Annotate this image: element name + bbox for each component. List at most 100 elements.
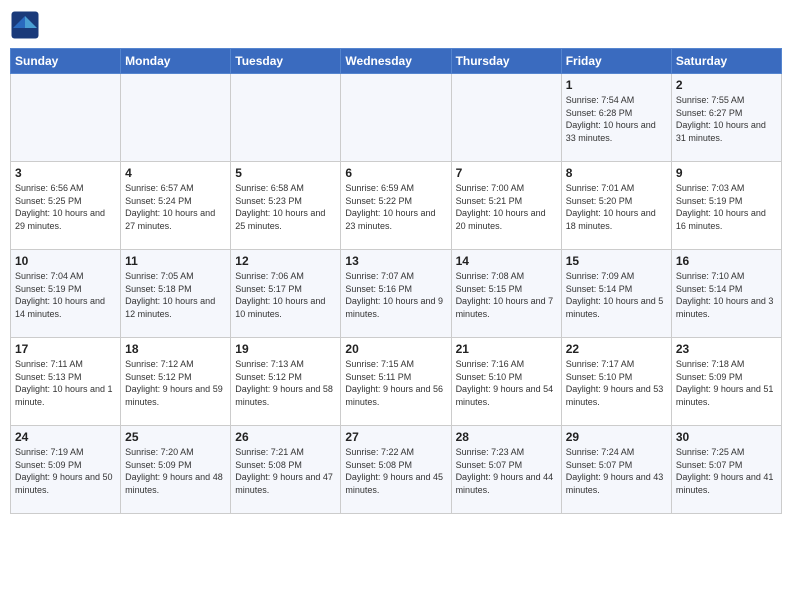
day-info: Sunrise: 6:59 AM Sunset: 5:22 PM Dayligh… xyxy=(345,182,446,232)
day-number: 25 xyxy=(125,430,226,444)
day-info: Sunrise: 7:23 AM Sunset: 5:07 PM Dayligh… xyxy=(456,446,557,496)
calendar-cell xyxy=(231,74,341,162)
calendar-week-5: 24 Sunrise: 7:19 AM Sunset: 5:09 PM Dayli… xyxy=(11,426,782,514)
day-number: 8 xyxy=(566,166,667,180)
calendar-cell: 18 Sunrise: 7:12 AM Sunset: 5:12 PM Dayli… xyxy=(121,338,231,426)
day-number: 16 xyxy=(676,254,777,268)
day-info: Sunrise: 7:06 AM Sunset: 5:17 PM Dayligh… xyxy=(235,270,336,320)
day-info: Sunrise: 7:04 AM Sunset: 5:19 PM Dayligh… xyxy=(15,270,116,320)
calendar-cell: 25 Sunrise: 7:20 AM Sunset: 5:09 PM Dayli… xyxy=(121,426,231,514)
day-info: Sunrise: 7:11 AM Sunset: 5:13 PM Dayligh… xyxy=(15,358,116,408)
day-info: Sunrise: 7:08 AM Sunset: 5:15 PM Dayligh… xyxy=(456,270,557,320)
day-info: Sunrise: 7:22 AM Sunset: 5:08 PM Dayligh… xyxy=(345,446,446,496)
day-number: 14 xyxy=(456,254,557,268)
calendar-cell: 27 Sunrise: 7:22 AM Sunset: 5:08 PM Dayli… xyxy=(341,426,451,514)
calendar-cell: 29 Sunrise: 7:24 AM Sunset: 5:07 PM Dayli… xyxy=(561,426,671,514)
day-info: Sunrise: 7:12 AM Sunset: 5:12 PM Dayligh… xyxy=(125,358,226,408)
calendar-cell: 4 Sunrise: 6:57 AM Sunset: 5:24 PM Daylig… xyxy=(121,162,231,250)
day-number: 7 xyxy=(456,166,557,180)
day-number: 27 xyxy=(345,430,446,444)
day-info: Sunrise: 7:19 AM Sunset: 5:09 PM Dayligh… xyxy=(15,446,116,496)
calendar-cell xyxy=(11,74,121,162)
calendar-cell: 17 Sunrise: 7:11 AM Sunset: 5:13 PM Dayli… xyxy=(11,338,121,426)
day-number: 30 xyxy=(676,430,777,444)
day-number: 11 xyxy=(125,254,226,268)
day-info: Sunrise: 7:15 AM Sunset: 5:11 PM Dayligh… xyxy=(345,358,446,408)
day-number: 24 xyxy=(15,430,116,444)
calendar-cell: 8 Sunrise: 7:01 AM Sunset: 5:20 PM Daylig… xyxy=(561,162,671,250)
calendar-week-4: 17 Sunrise: 7:11 AM Sunset: 5:13 PM Dayli… xyxy=(11,338,782,426)
day-number: 17 xyxy=(15,342,116,356)
day-info: Sunrise: 7:18 AM Sunset: 5:09 PM Dayligh… xyxy=(676,358,777,408)
day-info: Sunrise: 7:25 AM Sunset: 5:07 PM Dayligh… xyxy=(676,446,777,496)
day-info: Sunrise: 7:01 AM Sunset: 5:20 PM Dayligh… xyxy=(566,182,667,232)
day-info: Sunrise: 7:13 AM Sunset: 5:12 PM Dayligh… xyxy=(235,358,336,408)
day-info: Sunrise: 7:17 AM Sunset: 5:10 PM Dayligh… xyxy=(566,358,667,408)
day-number: 28 xyxy=(456,430,557,444)
day-number: 22 xyxy=(566,342,667,356)
day-number: 26 xyxy=(235,430,336,444)
calendar-cell: 15 Sunrise: 7:09 AM Sunset: 5:14 PM Dayli… xyxy=(561,250,671,338)
calendar-cell xyxy=(121,74,231,162)
calendar-cell: 10Sunrise: 7:04 AM Sunset: 5:19 PM Dayli… xyxy=(11,250,121,338)
calendar-cell xyxy=(341,74,451,162)
calendar-cell: 21 Sunrise: 7:16 AM Sunset: 5:10 PM Dayli… xyxy=(451,338,561,426)
calendar: SundayMondayTuesdayWednesdayThursdayFrid… xyxy=(10,48,782,514)
calendar-cell: 20 Sunrise: 7:15 AM Sunset: 5:11 PM Dayli… xyxy=(341,338,451,426)
calendar-cell: 23 Sunrise: 7:18 AM Sunset: 5:09 PM Dayli… xyxy=(671,338,781,426)
calendar-cell: 2 Sunrise: 7:55 AM Sunset: 6:27 PM Daylig… xyxy=(671,74,781,162)
column-header-sunday: Sunday xyxy=(11,49,121,74)
day-info: Sunrise: 7:10 AM Sunset: 5:14 PM Dayligh… xyxy=(676,270,777,320)
day-info: Sunrise: 7:16 AM Sunset: 5:10 PM Dayligh… xyxy=(456,358,557,408)
day-info: Sunrise: 6:56 AM Sunset: 5:25 PM Dayligh… xyxy=(15,182,116,232)
calendar-cell: 19 Sunrise: 7:13 AM Sunset: 5:12 PM Dayli… xyxy=(231,338,341,426)
day-info: Sunrise: 7:21 AM Sunset: 5:08 PM Dayligh… xyxy=(235,446,336,496)
logo-icon xyxy=(10,10,40,40)
day-number: 20 xyxy=(345,342,446,356)
day-info: Sunrise: 7:00 AM Sunset: 5:21 PM Dayligh… xyxy=(456,182,557,232)
day-info: Sunrise: 7:54 AM Sunset: 6:28 PM Dayligh… xyxy=(566,94,667,144)
day-number: 3 xyxy=(15,166,116,180)
day-info: Sunrise: 7:03 AM Sunset: 5:19 PM Dayligh… xyxy=(676,182,777,232)
day-info: Sunrise: 7:20 AM Sunset: 5:09 PM Dayligh… xyxy=(125,446,226,496)
calendar-week-3: 10Sunrise: 7:04 AM Sunset: 5:19 PM Dayli… xyxy=(11,250,782,338)
day-number: 12 xyxy=(235,254,336,268)
calendar-cell: 13Sunrise: 7:07 AM Sunset: 5:16 PM Dayli… xyxy=(341,250,451,338)
day-number: 13 xyxy=(345,254,446,268)
page-header xyxy=(10,10,782,40)
calendar-cell: 16 Sunrise: 7:10 AM Sunset: 5:14 PM Dayli… xyxy=(671,250,781,338)
day-number: 15 xyxy=(566,254,667,268)
day-number: 9 xyxy=(676,166,777,180)
day-info: Sunrise: 7:55 AM Sunset: 6:27 PM Dayligh… xyxy=(676,94,777,144)
calendar-cell: 5 Sunrise: 6:58 AM Sunset: 5:23 PM Daylig… xyxy=(231,162,341,250)
logo xyxy=(10,10,44,40)
day-number: 5 xyxy=(235,166,336,180)
calendar-header-row: SundayMondayTuesdayWednesdayThursdayFrid… xyxy=(11,49,782,74)
day-number: 1 xyxy=(566,78,667,92)
calendar-cell: 11 Sunrise: 7:05 AM Sunset: 5:18 PM Dayli… xyxy=(121,250,231,338)
day-number: 29 xyxy=(566,430,667,444)
day-number: 18 xyxy=(125,342,226,356)
calendar-cell xyxy=(451,74,561,162)
column-header-thursday: Thursday xyxy=(451,49,561,74)
day-info: Sunrise: 7:24 AM Sunset: 5:07 PM Dayligh… xyxy=(566,446,667,496)
day-number: 19 xyxy=(235,342,336,356)
day-number: 4 xyxy=(125,166,226,180)
day-number: 23 xyxy=(676,342,777,356)
calendar-cell: 12 Sunrise: 7:06 AM Sunset: 5:17 PM Dayli… xyxy=(231,250,341,338)
day-info: Sunrise: 7:05 AM Sunset: 5:18 PM Dayligh… xyxy=(125,270,226,320)
column-header-tuesday: Tuesday xyxy=(231,49,341,74)
day-number: 21 xyxy=(456,342,557,356)
calendar-cell: 24 Sunrise: 7:19 AM Sunset: 5:09 PM Dayli… xyxy=(11,426,121,514)
day-info: Sunrise: 6:57 AM Sunset: 5:24 PM Dayligh… xyxy=(125,182,226,232)
day-info: Sunrise: 6:58 AM Sunset: 5:23 PM Dayligh… xyxy=(235,182,336,232)
calendar-cell: 1 Sunrise: 7:54 AM Sunset: 6:28 PM Daylig… xyxy=(561,74,671,162)
calendar-cell: 9 Sunrise: 7:03 AM Sunset: 5:19 PM Daylig… xyxy=(671,162,781,250)
column-header-friday: Friday xyxy=(561,49,671,74)
day-number: 2 xyxy=(676,78,777,92)
calendar-week-2: 3 Sunrise: 6:56 AM Sunset: 5:25 PM Daylig… xyxy=(11,162,782,250)
day-info: Sunrise: 7:09 AM Sunset: 5:14 PM Dayligh… xyxy=(566,270,667,320)
day-number: 6 xyxy=(345,166,446,180)
column-header-wednesday: Wednesday xyxy=(341,49,451,74)
calendar-cell: 3 Sunrise: 6:56 AM Sunset: 5:25 PM Daylig… xyxy=(11,162,121,250)
